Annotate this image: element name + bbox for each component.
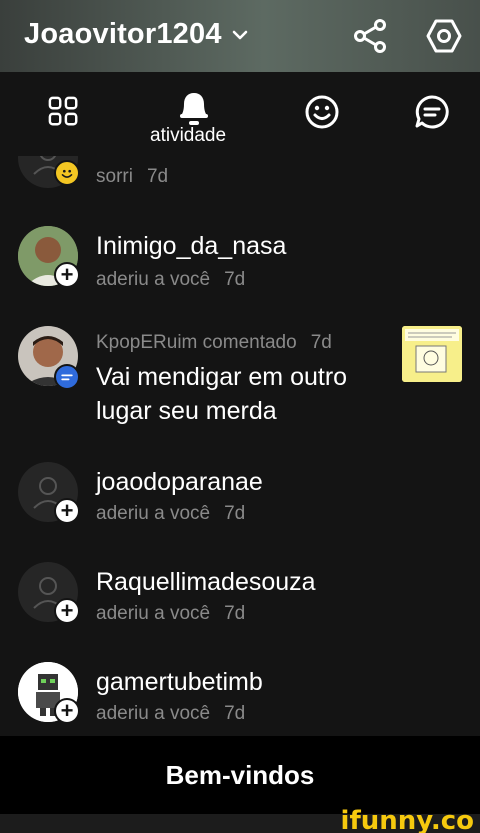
chevron-down-icon xyxy=(232,30,247,39)
account-name: Joaovitor1204 xyxy=(24,18,222,50)
meme-image xyxy=(402,326,462,382)
smiley-icon xyxy=(61,169,73,178)
follow-badge: + xyxy=(54,498,80,524)
list-item[interactable]: + gamertubetimb aderiu a você 7d xyxy=(0,656,480,736)
profile-tab-bar: atividade xyxy=(0,72,480,156)
timestamp: 7d xyxy=(224,269,246,290)
smile-badge xyxy=(54,160,80,186)
activity-meta: aderiu a você 7d xyxy=(96,703,245,725)
footer-label: Bem-vindos xyxy=(165,759,315,790)
comment-badge xyxy=(54,364,80,390)
timestamp: 7d xyxy=(224,503,246,524)
follow-badge: + xyxy=(54,262,80,288)
tab-smiles[interactable] xyxy=(290,72,360,156)
tab-activity[interactable]: atividade xyxy=(140,72,250,156)
activity-meta: aderiu a você 7d xyxy=(96,603,245,625)
activity-meta: aderiu a você 7d xyxy=(96,503,245,525)
action-text: aderiu a você xyxy=(96,269,211,290)
grid-icon xyxy=(48,96,78,126)
list-item[interactable]: + Inimigo_da_nasa aderiu a você 7d xyxy=(0,216,480,306)
comment-text[interactable]: Vai mendigar em outro lugar seu merda xyxy=(96,360,396,428)
action-text: aderiu a você xyxy=(96,503,211,524)
share-icon[interactable] xyxy=(352,18,388,54)
follow-badge: + xyxy=(54,598,80,624)
action-text: aderiu a você xyxy=(96,703,211,724)
smiley-icon xyxy=(305,95,339,129)
timestamp: 7d xyxy=(224,703,246,724)
activity-meta: KpopERuim comentado 7d xyxy=(96,332,332,354)
list-item[interactable]: + Raquellimadesouza aderiu a você 7d xyxy=(0,556,480,646)
action-text: comentado xyxy=(202,332,297,353)
comment-icon xyxy=(61,374,73,381)
username[interactable]: Inimigo_da_nasa xyxy=(96,232,286,261)
username[interactable]: gamertubetimb xyxy=(96,668,263,697)
chat-icon xyxy=(415,95,449,129)
timestamp: 7d xyxy=(224,603,246,624)
tab-comments[interactable] xyxy=(400,72,470,156)
welcome-footer[interactable]: Bem-vindos xyxy=(0,736,480,814)
account-switcher[interactable]: Joaovitor1204 xyxy=(24,18,248,51)
activity-meta: aderiu a você 7d xyxy=(96,269,245,291)
list-item[interactable]: + joaodoparanae aderiu a você 7d xyxy=(0,456,480,546)
timestamp: 7d xyxy=(310,332,332,353)
settings-icon[interactable] xyxy=(424,16,464,56)
activity-meta: sorri 7d xyxy=(96,166,168,188)
username[interactable]: KpopERuim xyxy=(96,332,197,353)
bell-icon xyxy=(180,93,208,125)
meme-thumbnail[interactable] xyxy=(402,326,462,382)
profile-header: Joaovitor1204 xyxy=(0,0,480,72)
action-text: aderiu a você xyxy=(96,603,211,624)
follow-badge: + xyxy=(54,698,80,724)
list-item[interactable]: KpopERuim comentado 7d Vai mendigar em ou… xyxy=(0,316,480,436)
watermark-bar: ifunny.co xyxy=(0,806,480,833)
action-text: sorri xyxy=(96,166,133,187)
activity-feed: sorri 7d + Inimigo_da_nasa aderiu a você 7… xyxy=(0,156,480,736)
username[interactable]: Raquellimadesouza xyxy=(96,568,316,597)
list-item[interactable]: sorri 7d xyxy=(0,156,480,196)
tab-activity-label: atividade xyxy=(150,125,227,146)
username[interactable]: joaodoparanae xyxy=(96,468,263,497)
watermark-logo: ifunny.co xyxy=(340,806,474,833)
timestamp: 7d xyxy=(146,166,169,187)
tab-memes[interactable] xyxy=(30,72,100,156)
